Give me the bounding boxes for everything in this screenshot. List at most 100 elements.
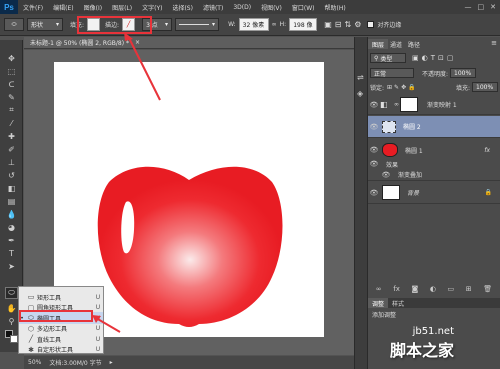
tab-styles[interactable]: 样式 <box>388 298 408 308</box>
close-button[interactable]: ✕ <box>490 3 496 11</box>
zoom-tool-icon[interactable]: ⚲ <box>5 315 18 327</box>
gradient-overlay-row[interactable]: 👁 渐变叠加 <box>368 169 500 181</box>
shortcut-key: U <box>95 293 101 301</box>
path-alignment-icon[interactable]: ⊟ <box>335 20 342 29</box>
shortcut-key: U <box>95 346 101 353</box>
layer-fill-input[interactable]: 100% <box>472 82 498 92</box>
layer-row-ellipse-1[interactable]: 👁 椭圆 1 fx <box>368 139 500 161</box>
height-input[interactable]: 198 像 <box>289 18 318 31</box>
stroke-type-select[interactable]: ▾ <box>175 18 220 31</box>
ellipse-tool-icon[interactable]: ⬭ <box>5 287 18 299</box>
blend-mode-select[interactable]: 正常 <box>370 68 414 78</box>
hand-tool-icon[interactable]: ✋ <box>5 302 18 314</box>
path-arrange-icon[interactable]: ⇅ <box>344 20 351 29</box>
gear-icon[interactable]: ⚙ <box>354 20 361 29</box>
lasso-tool-icon[interactable]: ᑕ <box>5 78 18 90</box>
fx-icon[interactable]: fx <box>484 147 490 154</box>
maximize-button[interactable]: □ <box>478 3 485 11</box>
link-layers-icon[interactable]: ∞ <box>376 285 382 293</box>
gradient-tool-icon[interactable]: ▤ <box>5 195 18 207</box>
pen-tool-icon[interactable]: ✒ <box>5 234 18 246</box>
fill-stroke-highlight-annotation <box>77 16 152 34</box>
flyout-item-label: 多边形工具 <box>37 326 68 333</box>
eye-icon[interactable]: 👁 <box>368 123 380 131</box>
effect-name: 渐变叠加 <box>398 172 423 179</box>
opacity-input[interactable]: 100% <box>450 68 477 78</box>
adjustment-icon[interactable]: ◐ <box>430 285 436 293</box>
layer-row-gradient-map[interactable]: 👁 ◧ ∞ 渐变映射 1 <box>368 95 500 115</box>
history-panel-icon[interactable]: ⇌ <box>357 73 364 82</box>
menu-window[interactable]: 窗口(W) <box>287 3 320 12</box>
stroke-line-preview <box>179 24 210 25</box>
menu-view[interactable]: 视图(V) <box>256 3 287 12</box>
tab-adjustments[interactable]: 调整 <box>368 298 389 308</box>
path-selection-tool-icon[interactable]: ➤ <box>5 260 18 272</box>
filter-kind-icons[interactable]: ▣◐T⊡▢ <box>412 54 456 62</box>
eye-icon[interactable]: 👁 <box>368 160 380 168</box>
dodge-tool-icon[interactable]: ◕ <box>5 221 18 233</box>
background-color-swatch[interactable] <box>10 335 18 343</box>
tool-preset-picker[interactable]: ⬭ <box>4 18 24 31</box>
new-layer-icon[interactable]: ⊞ <box>466 285 472 293</box>
menu-filter[interactable]: 滤镜(T) <box>198 3 228 12</box>
eraser-tool-icon[interactable]: ◧ <box>5 182 18 194</box>
link-icon[interactable]: ∞ <box>272 21 277 28</box>
tab-paths[interactable]: 路径 <box>404 39 424 49</box>
menu-help[interactable]: 帮助(H) <box>320 3 351 12</box>
fx-button-icon[interactable]: fx <box>393 285 400 293</box>
close-tab-icon[interactable]: × <box>135 39 140 46</box>
tab-channels[interactable]: 通道 <box>386 39 406 49</box>
menu-bar: Ps 文件(F) 编辑(E) 图像(I) 图层(L) 文字(Y) 选择(S) 滤… <box>0 0 500 14</box>
minimize-button[interactable]: — <box>465 3 472 11</box>
group-icon[interactable]: ▭ <box>448 285 455 293</box>
crop-tool-icon[interactable]: ⌗ <box>5 104 18 116</box>
menu-select[interactable]: 选择(S) <box>167 3 198 12</box>
document-tab[interactable]: 未标题-1 @ 50% (椭圆 2, RGB/8) * × <box>24 37 354 49</box>
path-operations-icon[interactable]: ▣ <box>324 20 332 29</box>
layer-row-background[interactable]: 👁 背景 🔒 <box>368 182 500 204</box>
eye-icon[interactable]: 👁 <box>368 189 380 197</box>
healing-brush-tool-icon[interactable]: ✚ <box>5 130 18 142</box>
menu-edit[interactable]: 编辑(E) <box>48 3 78 12</box>
align-edges-checkbox[interactable] <box>367 21 375 28</box>
chevron-right-icon[interactable]: ▸ <box>110 359 113 366</box>
effects-label: 效果 <box>386 161 399 169</box>
flyout-item-custom-shape[interactable]: ✱ 自定形状工具 U <box>19 344 103 356</box>
opacity-label: 不透明度: <box>422 70 449 78</box>
panel-menu-icon[interactable]: ≡ <box>491 39 497 47</box>
trash-icon[interactable]: 🗑 <box>483 285 492 293</box>
properties-panel-icon[interactable]: ◈ <box>357 89 363 98</box>
clone-stamp-tool-icon[interactable]: ⊥ <box>5 156 18 168</box>
lock-row: 锁定: ⊞✎✥🔒 填充: 100% <box>370 82 498 92</box>
tab-layers[interactable]: 图层 <box>368 39 389 49</box>
options-bar: ⬭ 形状 ▾ 填充: 描边: ╱ 3 点 ▾ ▾ W: 32 像素 ∞ H: 198… <box>0 14 500 36</box>
document-info: 文档:3.00M/0 字节 <box>49 360 102 367</box>
brush-tool-icon[interactable]: ✐ <box>5 143 18 155</box>
width-input[interactable]: 32 像素 <box>238 18 269 31</box>
history-brush-tool-icon[interactable]: ↺ <box>5 169 18 181</box>
menu-type[interactable]: 文字(Y) <box>137 3 167 12</box>
move-tool-icon[interactable]: ✥ <box>5 52 18 64</box>
eye-icon[interactable]: 👁 <box>368 101 380 109</box>
zoom-level[interactable]: 50% <box>28 359 41 366</box>
add-mask-icon[interactable]: ◙ <box>411 285 418 293</box>
layer-name: 渐变映射 1 <box>427 102 457 109</box>
menu-layer[interactable]: 图层(L) <box>107 3 137 12</box>
quick-select-tool-icon[interactable]: ✎ <box>5 91 18 103</box>
polygon-icon: ⬡ <box>27 324 35 333</box>
marquee-tool-icon[interactable]: ⬚ <box>5 65 18 77</box>
lock-icons[interactable]: ⊞✎✥🔒 <box>387 84 418 91</box>
tool-mode-select[interactable]: 形状 ▾ <box>27 18 63 31</box>
layer-filter-select[interactable]: ⚲ 类型 <box>370 53 406 63</box>
add-adjustment-title: 添加调整 <box>372 312 397 319</box>
eye-icon[interactable]: 👁 <box>368 146 380 154</box>
menu-image[interactable]: 图像(I) <box>79 3 107 12</box>
effects-row[interactable]: 👁 效果 <box>368 159 500 169</box>
layer-row-ellipse-2[interactable]: 👁 椭圆 2 <box>368 116 500 138</box>
menu-3d[interactable]: 3D(D) <box>228 4 256 11</box>
type-tool-icon[interactable]: T <box>5 247 18 259</box>
blur-tool-icon[interactable]: 💧 <box>5 208 18 220</box>
eyedropper-tool-icon[interactable]: ⁄ <box>5 117 18 129</box>
eye-icon[interactable]: 👁 <box>380 171 392 179</box>
menu-file[interactable]: 文件(F) <box>18 3 48 12</box>
